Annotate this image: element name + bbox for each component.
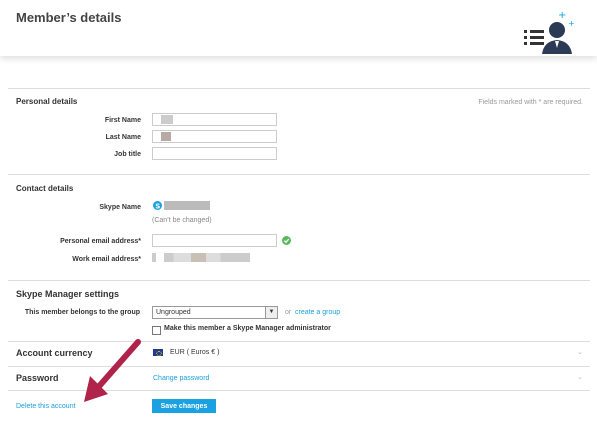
cant-change-note: (Can’t be changed) xyxy=(152,217,212,224)
delete-account-link[interactable]: Delete this account xyxy=(16,403,76,410)
group-select[interactable]: Ungrouped ▼ xyxy=(152,306,278,319)
section-title-password[interactable]: Password xyxy=(16,373,59,383)
svg-text:+: + xyxy=(568,19,575,28)
skype-icon: S xyxy=(153,201,162,210)
redacted-value xyxy=(161,115,173,124)
personal-email-label: Personal email address* xyxy=(60,238,141,245)
redacted-value xyxy=(161,132,171,141)
group-select-value: Ungrouped xyxy=(156,309,191,316)
member-list-icon: + + xyxy=(524,10,575,54)
admin-checkbox-label: Make this member a Skype Manager adminis… xyxy=(164,325,331,332)
or-text: or xyxy=(285,309,292,316)
change-password-link[interactable]: Change password xyxy=(153,375,209,382)
required-note: Fields marked with * are required. xyxy=(478,99,583,106)
divider xyxy=(8,174,590,175)
section-title-personal: Personal details xyxy=(16,97,78,106)
divider xyxy=(8,280,590,281)
last-name-label: Last Name xyxy=(105,134,141,141)
page-title: Member’s details xyxy=(16,10,122,25)
chevron-down-icon: ▼ xyxy=(265,307,277,318)
work-email-label: Work email address* xyxy=(72,256,141,263)
divider xyxy=(8,88,590,89)
save-changes-button[interactable]: Save changes xyxy=(152,399,216,413)
personal-email-field[interactable] xyxy=(152,234,277,247)
group-label: This member belongs to the group xyxy=(24,309,140,316)
first-name-label: First Name xyxy=(104,117,141,124)
eu-flag-icon xyxy=(153,349,163,356)
admin-checkbox[interactable] xyxy=(152,326,161,335)
create-group-link[interactable]: create a group xyxy=(295,309,340,316)
last-name-field[interactable] xyxy=(152,130,277,143)
section-title-contact: Contact details xyxy=(16,184,74,193)
redacted-skype-name xyxy=(164,201,210,210)
chevron-down-icon[interactable]: ⌄ xyxy=(577,348,583,356)
svg-text:+: + xyxy=(558,10,566,21)
redacted-work-email xyxy=(152,253,250,262)
svg-text:S: S xyxy=(155,202,160,210)
page-header: Member’s details + + xyxy=(0,0,597,56)
skype-name-label: Skype Name xyxy=(99,204,141,211)
job-title-label: Job title xyxy=(114,151,141,158)
first-name-field[interactable] xyxy=(152,113,277,126)
currency-value: EUR ( Euros € ) xyxy=(170,349,220,356)
job-title-field[interactable] xyxy=(152,147,277,160)
check-valid-icon xyxy=(282,236,291,245)
section-title-skype-manager: Skype Manager settings xyxy=(16,289,120,299)
annotation-arrow-icon xyxy=(84,339,141,402)
chevron-down-icon[interactable]: ⌄ xyxy=(577,373,583,381)
